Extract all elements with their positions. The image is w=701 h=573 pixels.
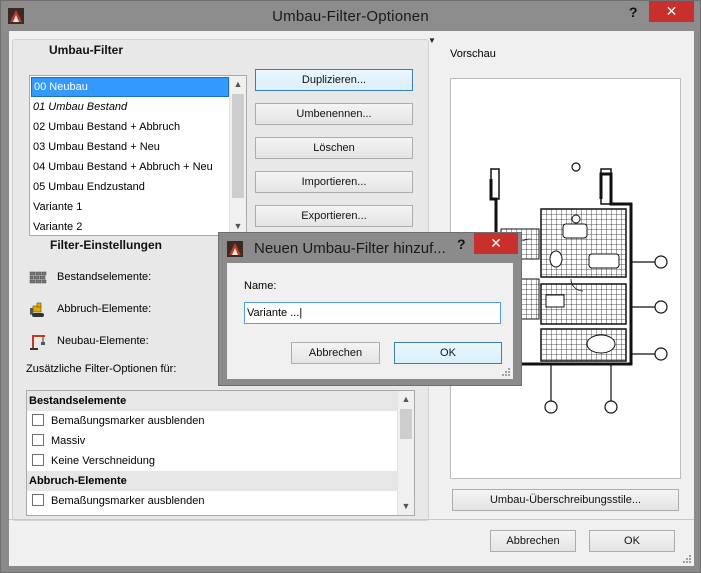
duplicate-button[interactable]: Duplizieren...: [255, 69, 413, 91]
footer-divider: [9, 519, 694, 520]
name-input[interactable]: [244, 302, 501, 324]
footer-cancel-button[interactable]: Abbrechen: [490, 530, 576, 552]
filter-list-scrollbar[interactable]: ▲ ▼: [229, 76, 246, 235]
override-styles-button[interactable]: Umbau-Überschreibungsstile...: [452, 489, 679, 511]
dialog-close-button[interactable]: ✕: [474, 233, 518, 254]
checkbox[interactable]: [32, 434, 44, 446]
preview-label: Vorschau: [450, 48, 496, 60]
group-header-demolition: Abbruch-Elemente: [27, 471, 398, 491]
additional-options-list[interactable]: Bestandselemente Bemaßungsmarker ausblen…: [26, 390, 415, 516]
filter-list[interactable]: 00 Neubau 01 Umbau Bestand 02 Umbau Best…: [29, 75, 247, 236]
settings-header: Filter-Einstellungen: [50, 238, 163, 252]
filters-header: Umbau-Filter: [49, 43, 124, 57]
dialog-ok-button[interactable]: OK: [394, 342, 502, 364]
delete-button[interactable]: Löschen: [255, 137, 413, 159]
close-button[interactable]: ✕: [649, 1, 694, 22]
scroll-up-icon[interactable]: ▲: [230, 76, 246, 93]
import-button[interactable]: Importieren...: [255, 171, 413, 193]
crane-icon: [30, 335, 45, 350]
checkbox[interactable]: [32, 414, 44, 426]
list-item[interactable]: 01 Umbau Bestand: [31, 97, 229, 117]
title-bar[interactable]: Umbau-Filter-Optionen ? ✕: [1, 1, 700, 31]
scroll-thumb[interactable]: [232, 94, 244, 198]
export-button[interactable]: Exportieren...: [255, 205, 413, 227]
scroll-down-icon[interactable]: ▼: [398, 498, 414, 515]
additional-options-label: Zusätzliche Filter-Optionen für:: [26, 363, 177, 375]
resize-grip-icon[interactable]: [501, 367, 511, 377]
scroll-up-icon[interactable]: ▲: [398, 391, 414, 408]
option-hide-dimension-markers-demolition[interactable]: Bemaßungsmarker ausblenden: [32, 491, 204, 511]
window-title: Umbau-Filter-Optionen: [272, 8, 429, 25]
list-item[interactable]: Variante 2: [31, 217, 229, 237]
name-label: Name:: [244, 280, 277, 292]
scroll-thumb[interactable]: [400, 409, 412, 439]
list-item[interactable]: 03 Umbau Bestand + Neu: [31, 137, 229, 157]
checkbox[interactable]: [32, 454, 44, 466]
rename-button[interactable]: Umbenennen...: [255, 103, 413, 125]
option-no-intersection[interactable]: Keine Verschneidung: [32, 451, 155, 471]
dialog-title: Neuen Umbau-Filter hinzuf...: [254, 240, 446, 257]
bulldozer-icon: [30, 302, 44, 317]
resize-grip-icon[interactable]: [682, 554, 692, 564]
new-elements-label: Neubau-Elemente:: [57, 335, 149, 347]
group-header-existing: Bestandselemente: [27, 391, 398, 411]
option-solid[interactable]: Massiv: [32, 431, 85, 451]
new-filter-dialog: Neuen Umbau-Filter hinzuf... ? ✕ Name: A…: [218, 232, 522, 386]
dialog-body: Name: Abbrechen OK: [227, 263, 513, 379]
help-button[interactable]: ?: [629, 4, 638, 20]
list-item[interactable]: 02 Umbau Bestand + Abbruch: [31, 117, 229, 137]
checkbox[interactable]: [32, 494, 44, 506]
demolition-elements-label: Abbruch-Elemente:: [57, 303, 152, 315]
options-scrollbar[interactable]: ▲ ▼: [397, 391, 414, 515]
archicad-logo-icon: [227, 241, 243, 257]
existing-elements-label: Bestandselemente:: [57, 271, 152, 283]
option-hide-dimension-markers-existing[interactable]: Bemaßungsmarker ausblenden: [32, 411, 204, 431]
dialog-help-button[interactable]: ?: [457, 236, 466, 252]
dialog-cancel-button[interactable]: Abbrechen: [291, 342, 380, 364]
panel-toggle-icon[interactable]: ▼: [428, 36, 436, 45]
list-item[interactable]: Variante 1: [31, 197, 229, 217]
list-item[interactable]: 04 Umbau Bestand + Abbruch + Neu: [31, 157, 229, 177]
existing-elements-icon: [29, 271, 47, 284]
list-item[interactable]: 05 Umbau Endzustand: [31, 177, 229, 197]
list-item[interactable]: 00 Neubau: [31, 77, 229, 97]
footer-ok-button[interactable]: OK: [589, 530, 675, 552]
